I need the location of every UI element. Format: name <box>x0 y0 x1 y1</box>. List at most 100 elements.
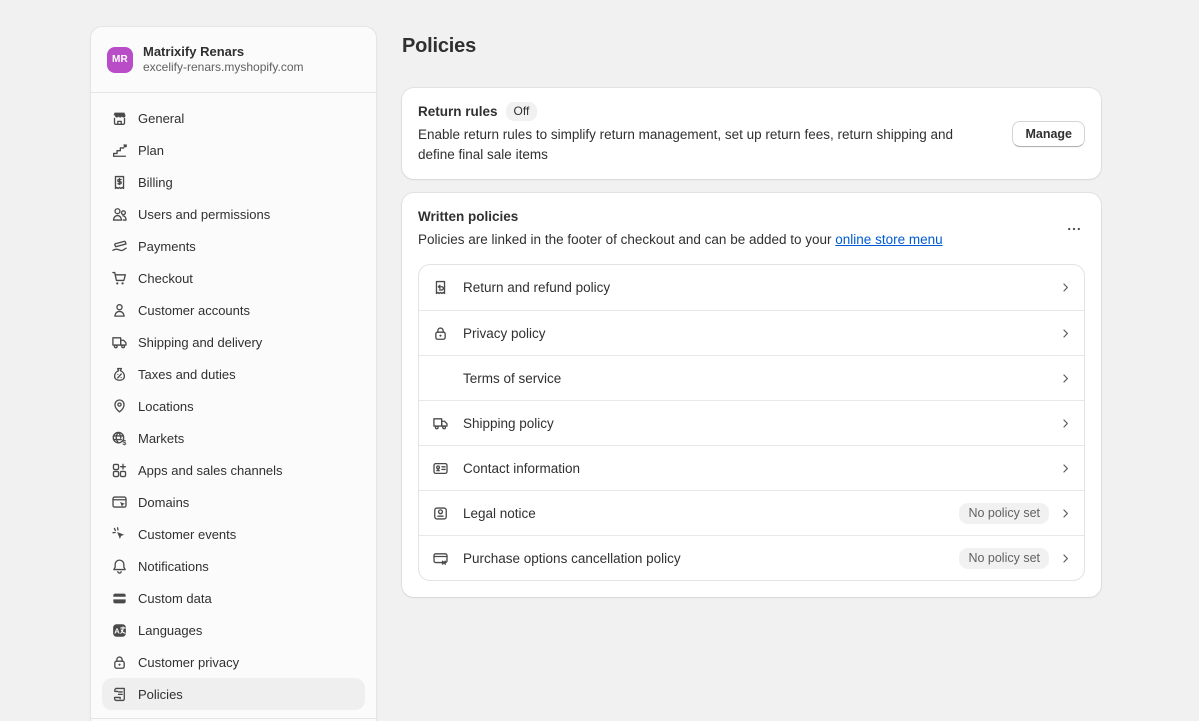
chevron-right-icon <box>1059 552 1072 565</box>
chevron-right-icon <box>1059 372 1072 385</box>
sidebar-item-policies[interactable]: Policies <box>102 678 365 710</box>
cart-icon <box>110 270 129 287</box>
more-actions-button[interactable] <box>1061 221 1087 241</box>
sidebar-item-general[interactable]: General <box>102 102 365 134</box>
written-policies-description-text: Policies are linked in the footer of che… <box>418 232 835 247</box>
sidebar-item-languages[interactable]: A Languages <box>102 614 365 646</box>
settings-page: { "colors": { "page_bg": "#f1f1f1", "lin… <box>0 0 1199 721</box>
store-avatar: MR <box>107 47 133 73</box>
sidebar-item-billing[interactable]: Billing <box>102 166 365 198</box>
written-policies-title: Written policies <box>418 208 1085 226</box>
chevron-right-icon <box>1059 462 1072 475</box>
sidebar-divider <box>91 718 376 719</box>
policies-scroll-icon <box>110 686 129 703</box>
return-rules-description: Enable return rules to simplify return m… <box>418 125 990 165</box>
custom-data-icon <box>110 590 129 607</box>
apps-icon <box>110 462 129 479</box>
policy-row-contact-information[interactable]: Contact information <box>419 445 1084 490</box>
online-store-menu-link[interactable]: online store menu <box>835 232 942 247</box>
return-rules-status-badge: Off <box>506 102 538 121</box>
chevron-right-icon <box>1059 417 1072 430</box>
sidebar-item-label: Customer accounts <box>138 303 250 318</box>
return-rules-card: Return rules Off Enable return rules to s… <box>402 88 1101 179</box>
policy-row-legal-notice[interactable]: Legal noticeNo policy set <box>419 490 1084 535</box>
settings-nav: GeneralPlanBillingUsers and permissionsP… <box>91 93 376 710</box>
sidebar-item-custom-data[interactable]: Custom data <box>102 582 365 614</box>
policy-row-label: Return and refund policy <box>463 280 1059 295</box>
policy-row-label: Terms of service <box>463 371 1059 386</box>
sidebar-item-users-and-permissions[interactable]: Users and permissions <box>102 198 365 230</box>
store-meta: Matrixify Renars excelify-renars.myshopi… <box>143 44 304 75</box>
taxes-icon <box>110 366 129 383</box>
card-cancel-icon <box>431 550 450 567</box>
sidebar-item-label: Domains <box>138 495 189 510</box>
users-icon <box>110 206 129 223</box>
sidebar-item-plan[interactable]: Plan <box>102 134 365 166</box>
sidebar-item-label: Customer privacy <box>138 655 239 670</box>
store-domain: excelify-renars.myshopify.com <box>143 60 304 75</box>
policy-row-privacy-policy[interactable]: Privacy policy <box>419 310 1084 355</box>
sidebar-item-label: Custom data <box>138 591 212 606</box>
bell-icon <box>110 558 129 575</box>
customer-events-icon <box>110 526 129 543</box>
store-initials: MR <box>112 54 128 65</box>
policy-row-return-and-refund-policy[interactable]: Return and refund policy <box>419 265 1084 310</box>
sidebar-item-label: General <box>138 111 184 126</box>
policy-row-shipping-policy[interactable]: Shipping policy <box>419 400 1084 445</box>
sidebar-item-markets[interactable]: $ Markets <box>102 422 365 454</box>
location-pin-icon <box>110 398 129 415</box>
page-title: Policies <box>402 35 1101 58</box>
sidebar-item-notifications[interactable]: Notifications <box>102 550 365 582</box>
store-header: MR Matrixify Renars excelify-renars.mysh… <box>91 27 376 93</box>
policy-row-terms-of-service[interactable]: Terms of service <box>419 355 1084 400</box>
lock-icon <box>110 654 129 671</box>
sidebar-item-domains[interactable]: Domains <box>102 486 365 518</box>
chevron-right-icon <box>1059 507 1072 520</box>
sidebar-item-customer-events[interactable]: Customer events <box>102 518 365 550</box>
horizontal-dots-icon <box>1066 221 1082 242</box>
chevron-right-icon <box>1059 281 1072 294</box>
policy-row-label: Legal notice <box>463 506 959 521</box>
return-rules-header: Return rules Off <box>418 102 1085 121</box>
legal-stamp-icon <box>431 505 450 522</box>
lock-icon <box>431 325 450 342</box>
sidebar-item-apps-and-sales-channels[interactable]: Apps and sales channels <box>102 454 365 486</box>
sidebar-item-locations[interactable]: Locations <box>102 390 365 422</box>
policy-list: Return and refund policy Privacy policy Te… <box>418 264 1085 581</box>
written-policies-card: Written policies Policies are linked in … <box>402 193 1101 597</box>
svg-text:A: A <box>114 626 120 635</box>
chevron-right-icon <box>1059 327 1072 340</box>
sidebar-item-label: Apps and sales channels <box>138 463 283 478</box>
sidebar-item-label: Markets <box>138 431 184 446</box>
sidebar-item-label: Policies <box>138 687 183 702</box>
truck-icon <box>110 334 129 351</box>
policy-row-label: Contact information <box>463 461 1059 476</box>
sidebar-item-customer-privacy[interactable]: Customer privacy <box>102 646 365 678</box>
sidebar-item-taxes-and-duties[interactable]: Taxes and duties <box>102 358 365 390</box>
return-rules-title: Return rules <box>418 104 498 119</box>
policy-status-badge: No policy set <box>959 503 1049 524</box>
sidebar-item-customer-accounts[interactable]: Customer accounts <box>102 294 365 326</box>
sidebar-item-label: Customer events <box>138 527 236 542</box>
sidebar-item-label: Languages <box>138 623 202 638</box>
written-policies-description: Policies are linked in the footer of che… <box>418 230 990 250</box>
settings-sidebar: MR Matrixify Renars excelify-renars.mysh… <box>90 26 377 721</box>
sidebar-item-payments[interactable]: Payments <box>102 230 365 262</box>
plan-icon <box>110 142 129 159</box>
store-icon <box>110 110 129 127</box>
sidebar-item-shipping-and-delivery[interactable]: Shipping and delivery <box>102 326 365 358</box>
sidebar-item-label: Notifications <box>138 559 209 574</box>
sidebar-item-checkout[interactable]: Checkout <box>102 262 365 294</box>
policy-row-label: Purchase options cancellation policy <box>463 551 959 566</box>
markets-globe-icon: $ <box>110 430 129 447</box>
sidebar-item-label: Billing <box>138 175 173 190</box>
policy-row-purchase-options-cancellation-policy[interactable]: Purchase options cancellation policyNo p… <box>419 535 1084 580</box>
person-icon <box>110 302 129 319</box>
policy-status-badge: No policy set <box>959 548 1049 569</box>
sidebar-item-label: Shipping and delivery <box>138 335 262 350</box>
sidebar-item-label: Locations <box>138 399 194 414</box>
main-content: Policies Return rules Off Enable return r… <box>402 0 1101 597</box>
policy-row-label: Privacy policy <box>463 326 1059 341</box>
languages-icon: A <box>110 622 129 639</box>
manage-button[interactable]: Manage <box>1012 121 1085 147</box>
